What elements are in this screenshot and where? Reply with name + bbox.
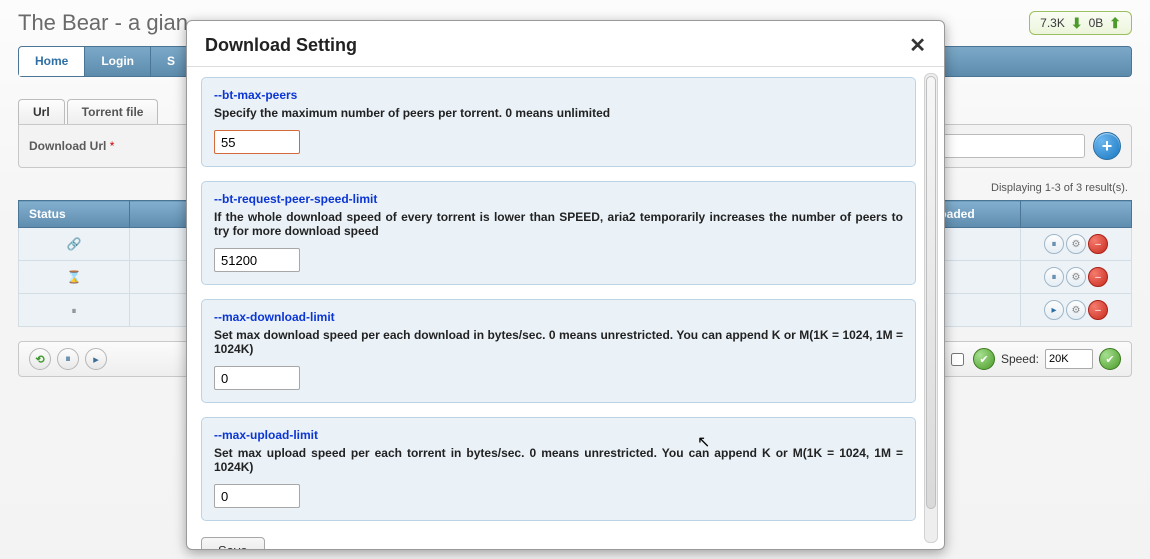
speed-limit-checkbox[interactable] xyxy=(951,353,964,366)
remove-button[interactable]: – xyxy=(1088,267,1108,287)
download-url-label: Download Url xyxy=(29,139,106,153)
page-title: The Bear - a gian xyxy=(18,10,188,36)
speed-label: Speed: xyxy=(1001,352,1039,366)
actions-cell: ⏸⚙– xyxy=(1021,228,1132,261)
setting-input[interactable] xyxy=(214,248,300,272)
required-marker: * xyxy=(110,139,115,153)
settings-button[interactable]: ⚙ xyxy=(1066,267,1086,287)
col-status[interactable]: Status xyxy=(19,201,130,228)
apply-check-button-2[interactable]: ✔ xyxy=(1099,348,1121,370)
setting-description: Set max upload speed per each torrent in… xyxy=(214,446,903,474)
add-download-button[interactable]: + xyxy=(1093,132,1121,160)
pause-button[interactable]: ⏸ xyxy=(1044,234,1064,254)
status-cell xyxy=(19,228,130,261)
save-button[interactable]: Save xyxy=(201,537,265,549)
upload-arrow-icon: ⬆ xyxy=(1109,16,1121,30)
refresh-icon: ⟲ xyxy=(35,353,44,366)
hourglass-icon xyxy=(67,270,82,284)
upload-speed-value: 0B xyxy=(1089,16,1104,30)
col-actions xyxy=(1021,201,1132,228)
actions-cell: ⏸⚙– xyxy=(1021,261,1132,294)
settings-button[interactable]: ⚙ xyxy=(1066,234,1086,254)
modal-close-button[interactable]: ✕ xyxy=(909,36,926,56)
setting-bt-max-peers: --bt-max-peers Specify the maximum number… xyxy=(201,77,916,167)
paused-icon xyxy=(72,303,77,317)
setting-key: --bt-max-peers xyxy=(214,88,903,102)
link-icon xyxy=(67,237,82,251)
speed-limit-input[interactable] xyxy=(1045,349,1093,369)
setting-description: Specify the maximum number of peers per … xyxy=(214,106,903,120)
remove-button[interactable]: – xyxy=(1088,234,1108,254)
setting-key: --bt-request-peer-speed-limit xyxy=(214,192,903,206)
settings-button[interactable]: ⚙ xyxy=(1066,300,1086,320)
setting-input[interactable] xyxy=(214,130,300,154)
modal-title: Download Setting xyxy=(205,35,357,56)
actions-cell: ▸⚙– xyxy=(1021,294,1132,327)
resume-button[interactable]: ▸ xyxy=(1044,300,1064,320)
status-cell xyxy=(19,261,130,294)
setting-max-upload-limit: --max-upload-limit Set max upload speed p… xyxy=(201,417,916,521)
global-speed-indicator: 7.3K ⬇ 0B ⬆ xyxy=(1029,11,1132,35)
setting-bt-request-peer-speed-limit: --bt-request-peer-speed-limit If the whol… xyxy=(201,181,916,285)
setting-input[interactable] xyxy=(214,366,300,390)
pause-all-button[interactable]: ⏸ xyxy=(57,348,79,370)
subtab-torrent-file[interactable]: Torrent file xyxy=(67,99,159,124)
modal-scrollbar[interactable] xyxy=(924,73,938,543)
setting-description: If the whole download speed of every tor… xyxy=(214,210,903,238)
setting-key: --max-download-limit xyxy=(214,310,903,324)
setting-max-download-limit: --max-download-limit Set max download spe… xyxy=(201,299,916,403)
setting-input[interactable] xyxy=(214,484,300,508)
remove-button[interactable]: – xyxy=(1088,300,1108,320)
download-speed-value: 7.3K xyxy=(1040,16,1065,30)
status-cell xyxy=(19,294,130,327)
pause-button[interactable]: ⏸ xyxy=(1044,267,1064,287)
apply-check-button-1[interactable]: ✔ xyxy=(973,348,995,370)
download-arrow-icon: ⬇ xyxy=(1071,16,1083,30)
resume-all-button[interactable]: ▸ xyxy=(85,348,107,370)
nav-tab-home[interactable]: Home xyxy=(19,47,85,76)
setting-key: --max-upload-limit xyxy=(214,428,903,442)
subtab-url[interactable]: Url xyxy=(18,99,65,124)
setting-description: Set max download speed per each download… xyxy=(214,328,903,356)
scrollbar-thumb[interactable] xyxy=(926,76,936,509)
nav-tab-login[interactable]: Login xyxy=(85,47,151,76)
download-setting-modal: Download Setting ✕ --bt-max-peers Specify… xyxy=(186,20,945,550)
refresh-button[interactable]: ⟲ xyxy=(29,348,51,370)
